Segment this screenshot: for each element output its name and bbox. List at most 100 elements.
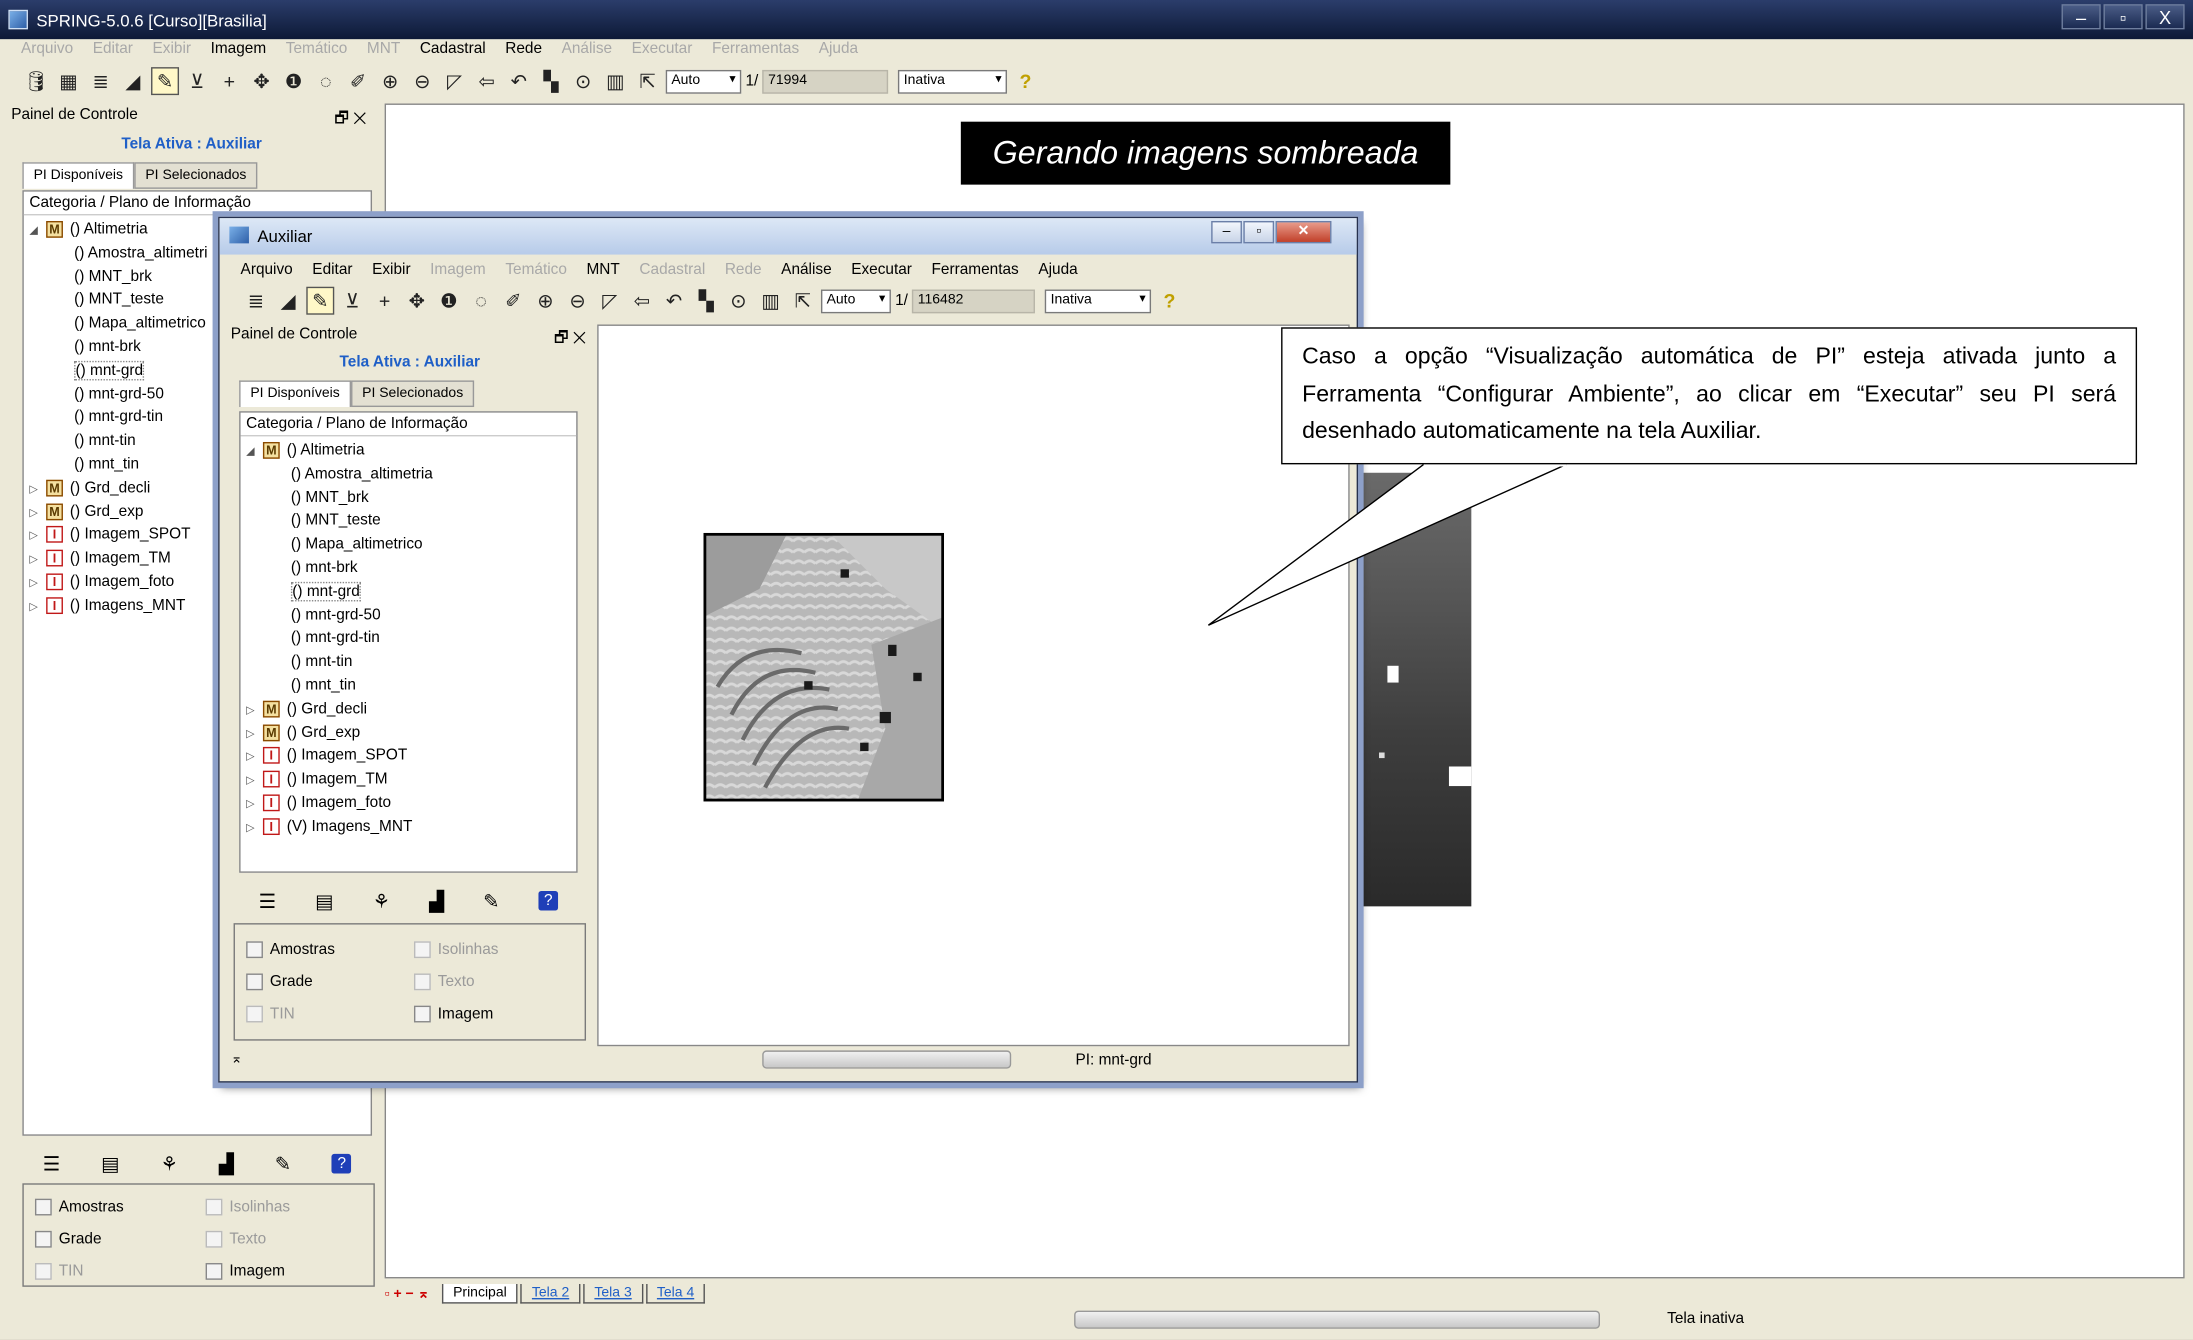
list-icon[interactable]: ☰ (259, 889, 277, 913)
aux-tree-pi-item[interactable]: () MNT_teste (246, 510, 570, 533)
main-menu-arquivo[interactable]: Arquivo (11, 41, 83, 58)
zoom-dropdown-icon[interactable]: ⊙ (724, 287, 752, 315)
chart-icon[interactable]: ▟ (429, 889, 444, 913)
edit-pen-icon[interactable]: ✐ (344, 67, 372, 95)
maximize-button[interactable]: ▫ (2103, 4, 2143, 30)
pointer-icon[interactable]: ⇱ (634, 67, 662, 95)
expand-arrow-icon[interactable]: ▷ (246, 699, 263, 722)
eraser-icon[interactable]: ◢ (119, 67, 147, 95)
aux-help-icon[interactable]: ? (1156, 287, 1184, 315)
aux-minimize-button[interactable]: – (1211, 220, 1242, 244)
close-button[interactable]: X (2145, 4, 2185, 30)
cursor-info-icon[interactable]: ⊻ (183, 67, 211, 95)
scale-field[interactable]: 71994 (762, 69, 889, 94)
previous-view-icon[interactable]: ⇦ (473, 67, 501, 95)
pencil-icon[interactable]: ✎ (483, 889, 499, 913)
aux-close-button[interactable]: ✕ (1275, 220, 1332, 244)
checkbox-isolinhas[interactable]: Isolinhas (205, 1198, 290, 1216)
aux-menu-tematico[interactable]: Temático (496, 262, 577, 279)
aux-tree-pi-item[interactable]: () mnt-brk (246, 557, 570, 580)
eraser-icon[interactable]: ◢ (274, 287, 302, 315)
aux-checkbox-imagem[interactable]: Imagem (413, 1005, 493, 1023)
cross-cursor-icon[interactable]: + (371, 287, 399, 315)
list-icon[interactable]: ☰ (43, 1152, 61, 1176)
aux-menu-executar[interactable]: Executar (841, 262, 921, 279)
report-icon[interactable]: ▤ (315, 889, 334, 913)
sheet-tab-tela4[interactable]: Tela 4 (645, 1284, 706, 1304)
aux-tree-pi-item[interactable]: () mnt-grd-50 (246, 604, 570, 627)
expand-arrow-icon[interactable]: ▷ (246, 793, 263, 816)
checkbox-amostras[interactable]: Amostras (34, 1198, 124, 1216)
dock-close-icon[interactable]: 🗗 ✕ (334, 106, 366, 133)
layers-icon[interactable]: ≣ (87, 67, 115, 95)
main-menu-analise[interactable]: Análise (552, 41, 622, 58)
expand-arrow-icon[interactable]: ▷ (246, 723, 263, 746)
grid-icon[interactable]: ▥ (757, 287, 785, 315)
undo-icon[interactable]: ↶ (660, 287, 688, 315)
expand-arrow-icon[interactable]: ▷ (246, 770, 263, 793)
project-icon[interactable]: ▦ (55, 67, 83, 95)
main-menu-ajuda[interactable]: Ajuda (809, 41, 868, 58)
expand-arrow-icon[interactable]: ▷ (29, 525, 46, 548)
select-icon[interactable]: ◌ (312, 67, 340, 95)
aux-checkbox-tin[interactable]: TIN (246, 1005, 295, 1023)
main-menu-exibir[interactable]: Exibir (143, 41, 201, 58)
tab-pi-available[interactable]: PI Disponíveis (22, 162, 135, 189)
aux-scale-field[interactable]: 116482 (912, 288, 1036, 313)
expand-arrow-icon[interactable]: ▷ (246, 816, 263, 839)
aux-tree-category-imagens-mnt[interactable]: ▷ I (V) Imagens_MNT (246, 815, 570, 838)
edit-pen-icon[interactable]: ✐ (499, 287, 527, 315)
aux-menu-analise[interactable]: Análise (771, 262, 841, 279)
aux-menu-editar[interactable]: Editar (303, 262, 363, 279)
pencil-icon[interactable]: ✎ (275, 1152, 291, 1176)
sheet-tab-tela3[interactable]: Tela 3 (583, 1284, 643, 1304)
aux-drawing-area[interactable] (597, 324, 1350, 1047)
zoom-out-icon[interactable]: ⊖ (408, 67, 436, 95)
aux-tree-category-altimetria[interactable]: ◢ M () Altimetria (246, 439, 570, 462)
zoom-in-icon[interactable]: ⊕ (531, 287, 559, 315)
cross-cursor-icon[interactable]: + (215, 67, 243, 95)
main-menu-cadastral[interactable]: Cadastral (410, 41, 495, 58)
database-icon[interactable]: 🛢 (22, 67, 50, 95)
aux-dock-close-icon[interactable]: 🗗 ✕ (554, 326, 586, 353)
zoom-area-icon[interactable]: ◸ (441, 67, 469, 95)
state-select[interactable]: Inativa ▾ (898, 69, 1008, 94)
aux-tree-category[interactable]: ▷ I () Imagem_TM (246, 768, 570, 791)
collapse-arrow-icon[interactable]: ◢ (246, 441, 263, 464)
expand-arrow-icon[interactable]: ▷ (29, 595, 46, 618)
help-icon[interactable]: ? (332, 1153, 352, 1174)
aux-tree-category[interactable]: ▷ M () Grd_decli (246, 698, 570, 721)
aux-menu-exibir[interactable]: Exibir (362, 262, 420, 279)
aux-tree-category[interactable]: ▷ M () Grd_exp (246, 721, 570, 744)
collapse-arrow-icon[interactable]: ◢ (29, 220, 46, 243)
main-menu-rede[interactable]: Rede (495, 41, 551, 58)
pan-icon[interactable]: ✥ (248, 67, 276, 95)
visual-icon[interactable]: ⚘ (373, 889, 391, 913)
aux-tree-pi-item[interactable]: () mnt-grd-tin (246, 627, 570, 650)
expand-arrow-icon[interactable]: ▷ (29, 549, 46, 572)
grid-icon[interactable]: ▥ (601, 67, 629, 95)
sheet-tab-tela2[interactable]: Tela 2 (520, 1284, 581, 1304)
checkbox-texto[interactable]: Texto (205, 1230, 266, 1248)
aux-tree-pi-item[interactable]: () Mapa_altimetrico (246, 533, 570, 556)
aux-tree-pi-item[interactable]: () mnt-grd (246, 580, 570, 603)
minimize-button[interactable]: – (2061, 4, 2101, 30)
help-icon[interactable]: ? (538, 890, 559, 911)
undo-icon[interactable]: ↶ (505, 67, 533, 95)
draw-icon[interactable]: ✎ (306, 286, 335, 315)
tab-pi-selected[interactable]: PI Selecionados (134, 162, 258, 189)
aux-state-select[interactable]: Inativa ▾ (1045, 288, 1152, 313)
aux-tree-pi-item[interactable]: () mnt-tin (246, 651, 570, 674)
main-menu-ferramentas[interactable]: Ferramentas (702, 41, 809, 58)
aux-menu-ferramentas[interactable]: Ferramentas (922, 262, 1029, 279)
info-icon[interactable]: ❶ (435, 287, 463, 315)
aux-menu-cadastral[interactable]: Cadastral (630, 262, 715, 279)
aux-maximize-button[interactable]: ▫ (1243, 220, 1275, 244)
aux-menu-arquivo[interactable]: Arquivo (231, 262, 303, 279)
draw-icon[interactable]: ✎ (151, 67, 180, 96)
sheet-tab-principal[interactable]: Principal (441, 1284, 518, 1304)
chart-icon[interactable]: ▟ (219, 1152, 234, 1176)
report-icon[interactable]: ▤ (101, 1152, 120, 1176)
info-icon[interactable]: ❶ (280, 67, 308, 95)
zoom-area-icon[interactable]: ◸ (596, 287, 624, 315)
